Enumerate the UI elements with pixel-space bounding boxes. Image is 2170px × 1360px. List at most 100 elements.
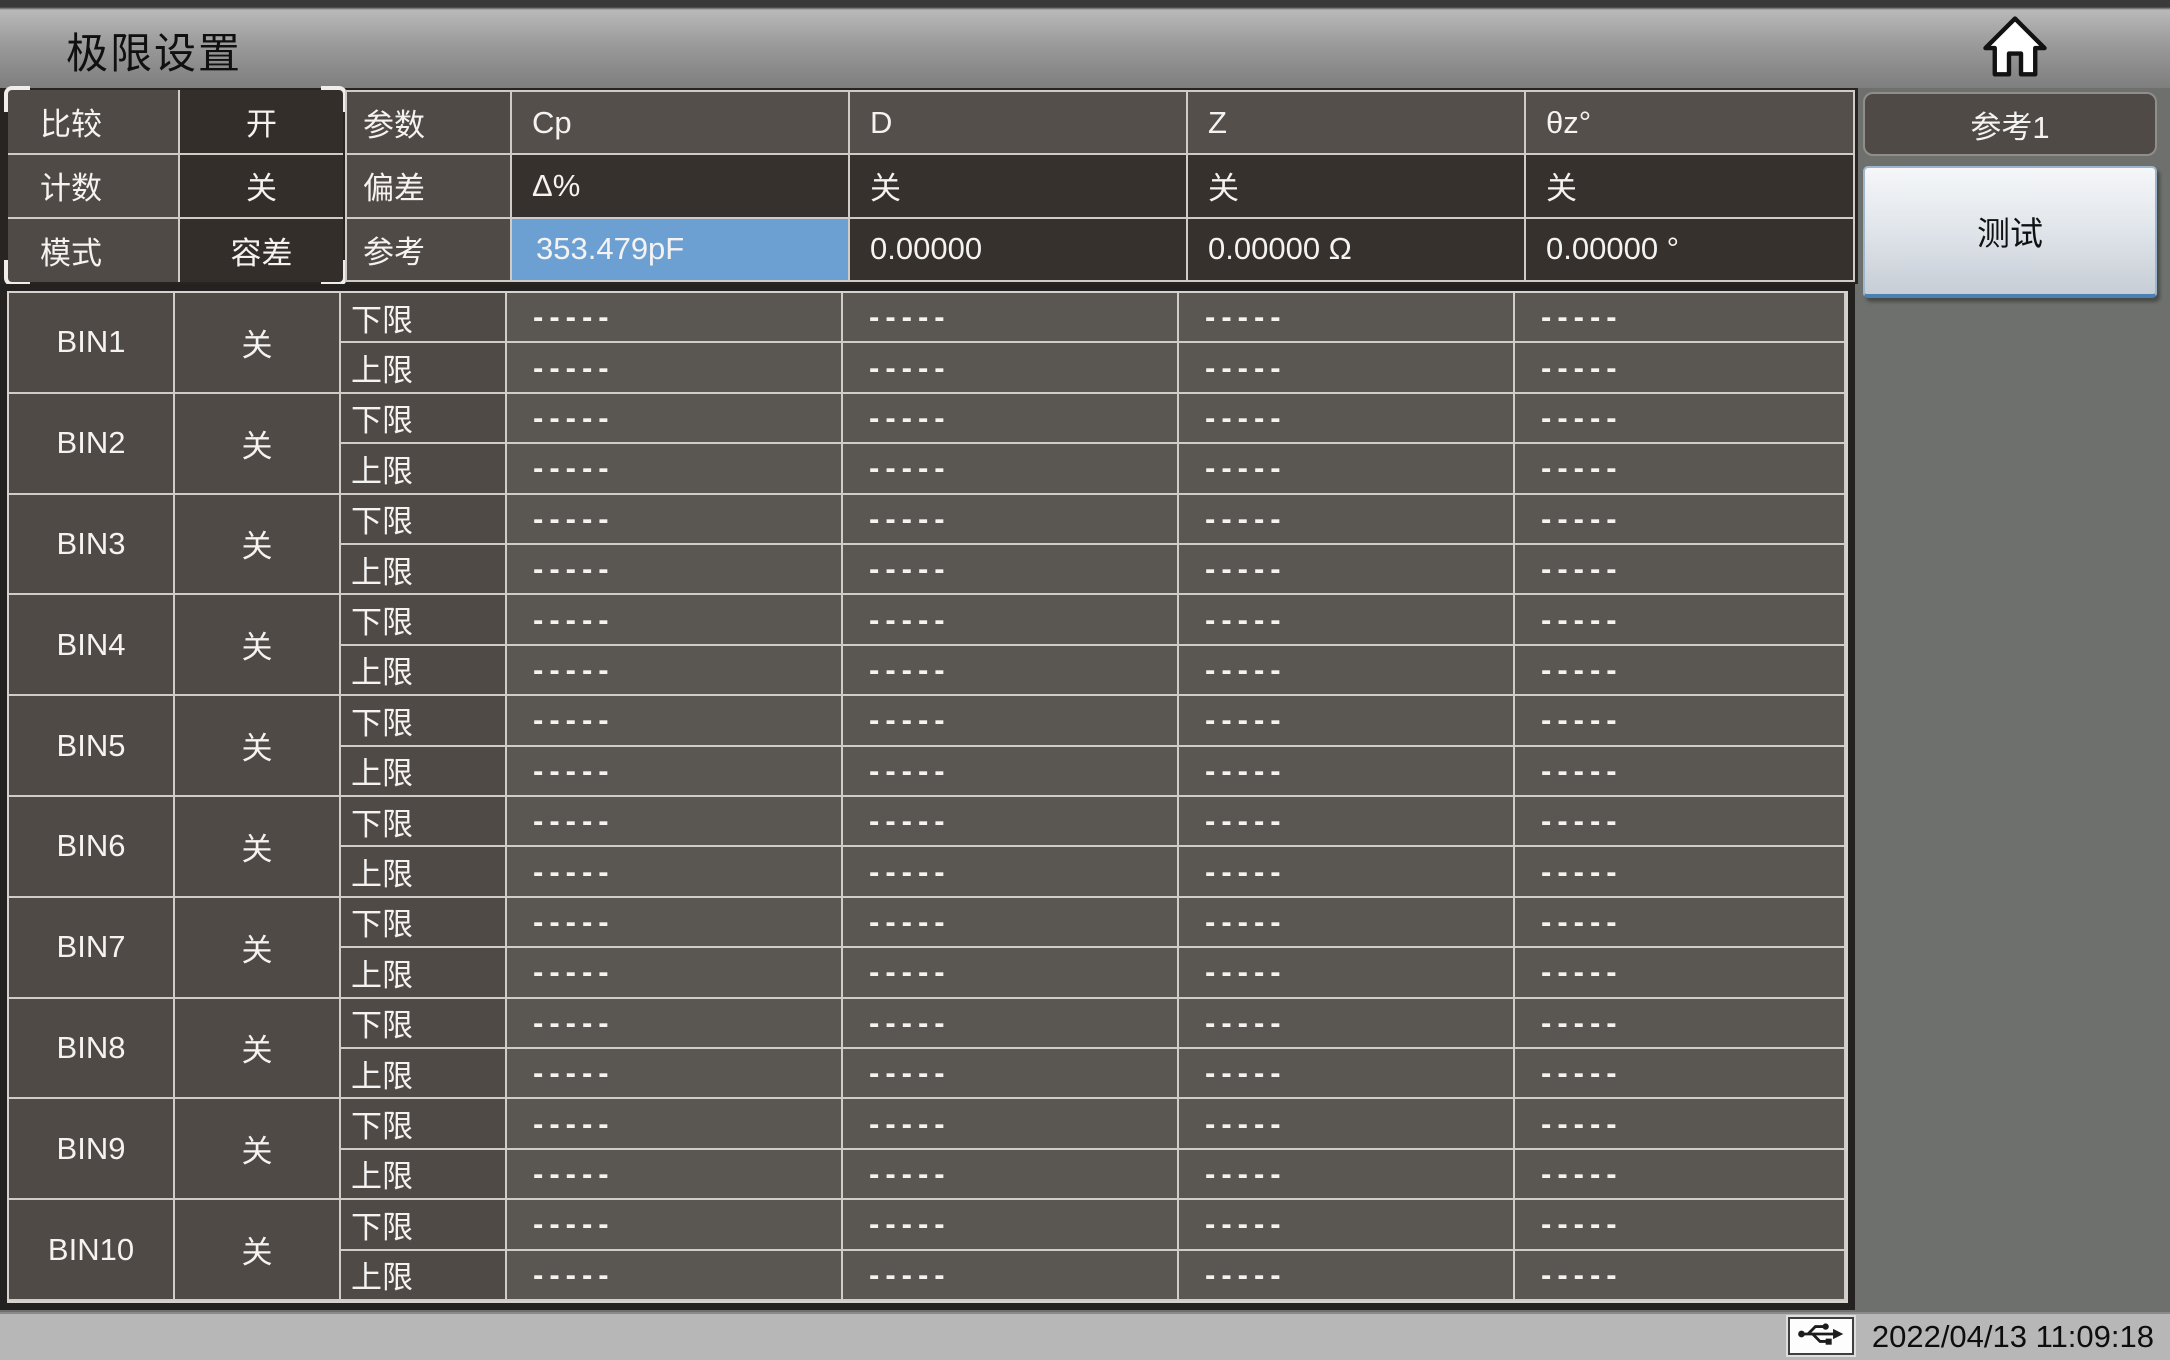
limit-value-cell[interactable]: -----: [507, 1250, 843, 1301]
param-d[interactable]: D: [850, 92, 1186, 154]
limit-value-cell[interactable]: -----: [507, 645, 843, 697]
limit-value-cell[interactable]: -----: [507, 1049, 843, 1100]
limit-value-cell[interactable]: -----: [507, 1099, 843, 1150]
limit-value-cell[interactable]: -----: [1179, 696, 1515, 747]
limit-value-cell[interactable]: -----: [1515, 1200, 1846, 1251]
limit-value-cell[interactable]: -----: [507, 494, 843, 545]
comparator-toggle[interactable]: 开: [180, 90, 343, 153]
reference-d[interactable]: 0.00000: [850, 218, 1186, 280]
limit-value-cell[interactable]: -----: [507, 897, 843, 949]
count-toggle[interactable]: 关: [180, 154, 343, 218]
limit-value-cell[interactable]: -----: [1515, 645, 1846, 697]
limit-value-cell[interactable]: -----: [507, 293, 843, 344]
limit-value-cell[interactable]: -----: [1179, 444, 1515, 495]
test-button[interactable]: 测试: [1863, 166, 2157, 298]
param-cp[interactable]: Cp: [512, 92, 848, 154]
limit-value-cell[interactable]: -----: [507, 948, 843, 999]
deviation-z[interactable]: 关: [1188, 155, 1524, 217]
limit-value-cell[interactable]: -----: [1515, 1099, 1846, 1150]
limit-value-cell[interactable]: -----: [1179, 948, 1515, 999]
limit-value-cell[interactable]: -----: [507, 444, 843, 495]
bin-state-cell[interactable]: 关: [175, 1200, 341, 1301]
bin-state-cell[interactable]: 关: [175, 797, 341, 898]
limit-value-cell[interactable]: -----: [1515, 545, 1846, 596]
limit-value-cell[interactable]: -----: [843, 797, 1179, 848]
bin-state-cell[interactable]: 关: [175, 998, 341, 1100]
limit-value-cell[interactable]: -----: [843, 1250, 1179, 1301]
limit-value-cell[interactable]: -----: [843, 948, 1179, 999]
limit-value-cell[interactable]: -----: [843, 1099, 1179, 1150]
limit-value-cell[interactable]: -----: [843, 494, 1179, 545]
limit-value-cell[interactable]: -----: [1179, 293, 1515, 344]
home-button[interactable]: [1980, 12, 2050, 82]
bin-state-cell[interactable]: 关: [175, 595, 341, 697]
limit-value-cell[interactable]: -----: [1515, 746, 1846, 797]
bin-state-cell[interactable]: 关: [175, 293, 341, 394]
limit-value-cell[interactable]: -----: [843, 897, 1179, 949]
limit-value-cell[interactable]: -----: [843, 595, 1179, 646]
limit-value-cell[interactable]: -----: [1515, 444, 1846, 495]
limit-value-cell[interactable]: -----: [507, 595, 843, 646]
limit-value-cell[interactable]: -----: [1515, 797, 1846, 848]
limit-value-cell[interactable]: -----: [1179, 1099, 1515, 1150]
deviation-cp[interactable]: Δ%: [512, 155, 848, 217]
limit-value-cell[interactable]: -----: [843, 293, 1179, 344]
limit-value-cell[interactable]: -----: [1515, 1250, 1846, 1301]
param-theta[interactable]: θz°: [1526, 92, 1853, 154]
limit-value-cell[interactable]: -----: [507, 847, 843, 898]
limit-value-cell[interactable]: -----: [1179, 746, 1515, 797]
limit-value-cell[interactable]: -----: [1179, 645, 1515, 697]
limit-value-cell[interactable]: -----: [1515, 393, 1846, 445]
bin-state-cell[interactable]: 关: [175, 1099, 341, 1201]
limit-value-cell[interactable]: -----: [507, 746, 843, 797]
limit-value-cell[interactable]: -----: [1515, 847, 1846, 898]
limit-value-cell[interactable]: -----: [507, 797, 843, 848]
limit-value-cell[interactable]: -----: [1179, 393, 1515, 445]
limit-value-cell[interactable]: -----: [1179, 343, 1515, 394]
mode-toggle[interactable]: 容差: [180, 219, 343, 282]
limit-value-cell[interactable]: -----: [1179, 595, 1515, 646]
limit-value-cell[interactable]: -----: [507, 545, 843, 596]
limit-value-cell[interactable]: -----: [1179, 797, 1515, 848]
limit-value-cell[interactable]: -----: [1515, 998, 1846, 1049]
limit-value-cell[interactable]: -----: [1179, 1149, 1515, 1201]
limit-value-cell[interactable]: -----: [1179, 1049, 1515, 1100]
bin-state-cell[interactable]: 关: [175, 897, 341, 999]
reference-cp-selected[interactable]: 353.479pF: [512, 218, 848, 280]
bin-state-cell[interactable]: 关: [175, 494, 341, 596]
limit-value-cell[interactable]: -----: [1515, 1049, 1846, 1100]
limit-value-cell[interactable]: -----: [1179, 1250, 1515, 1301]
limit-value-cell[interactable]: -----: [843, 444, 1179, 495]
limit-value-cell[interactable]: -----: [843, 847, 1179, 898]
limit-value-cell[interactable]: -----: [1515, 948, 1846, 999]
limit-value-cell[interactable]: -----: [1179, 897, 1515, 949]
limit-value-cell[interactable]: -----: [1515, 494, 1846, 545]
limit-value-cell[interactable]: -----: [1515, 1149, 1846, 1201]
limit-value-cell[interactable]: -----: [1179, 1200, 1515, 1251]
limit-value-cell[interactable]: -----: [843, 1049, 1179, 1100]
limit-value-cell[interactable]: -----: [507, 998, 843, 1049]
limit-value-cell[interactable]: -----: [843, 998, 1179, 1049]
limit-value-cell[interactable]: -----: [843, 545, 1179, 596]
deviation-theta[interactable]: 关: [1526, 155, 1853, 217]
limit-value-cell[interactable]: -----: [507, 343, 843, 394]
limit-value-cell[interactable]: -----: [1179, 998, 1515, 1049]
reference-z[interactable]: 0.00000 Ω: [1188, 218, 1524, 280]
limit-value-cell[interactable]: -----: [843, 1200, 1179, 1251]
limit-value-cell[interactable]: -----: [1515, 343, 1846, 394]
limit-value-cell[interactable]: -----: [1515, 897, 1846, 949]
limit-value-cell[interactable]: -----: [1515, 696, 1846, 747]
limit-value-cell[interactable]: -----: [507, 696, 843, 747]
param-z[interactable]: Z: [1188, 92, 1524, 154]
reference-theta[interactable]: 0.00000 °: [1526, 218, 1853, 280]
limit-value-cell[interactable]: -----: [843, 746, 1179, 797]
bin-state-cell[interactable]: 关: [175, 393, 341, 495]
limit-value-cell[interactable]: -----: [1179, 847, 1515, 898]
limit-value-cell[interactable]: -----: [507, 393, 843, 445]
limit-value-cell[interactable]: -----: [507, 1149, 843, 1201]
limit-value-cell[interactable]: -----: [1515, 595, 1846, 646]
limit-value-cell[interactable]: -----: [1179, 545, 1515, 596]
limit-value-cell[interactable]: -----: [507, 1200, 843, 1251]
limit-value-cell[interactable]: -----: [843, 1149, 1179, 1201]
limit-value-cell[interactable]: -----: [843, 645, 1179, 697]
